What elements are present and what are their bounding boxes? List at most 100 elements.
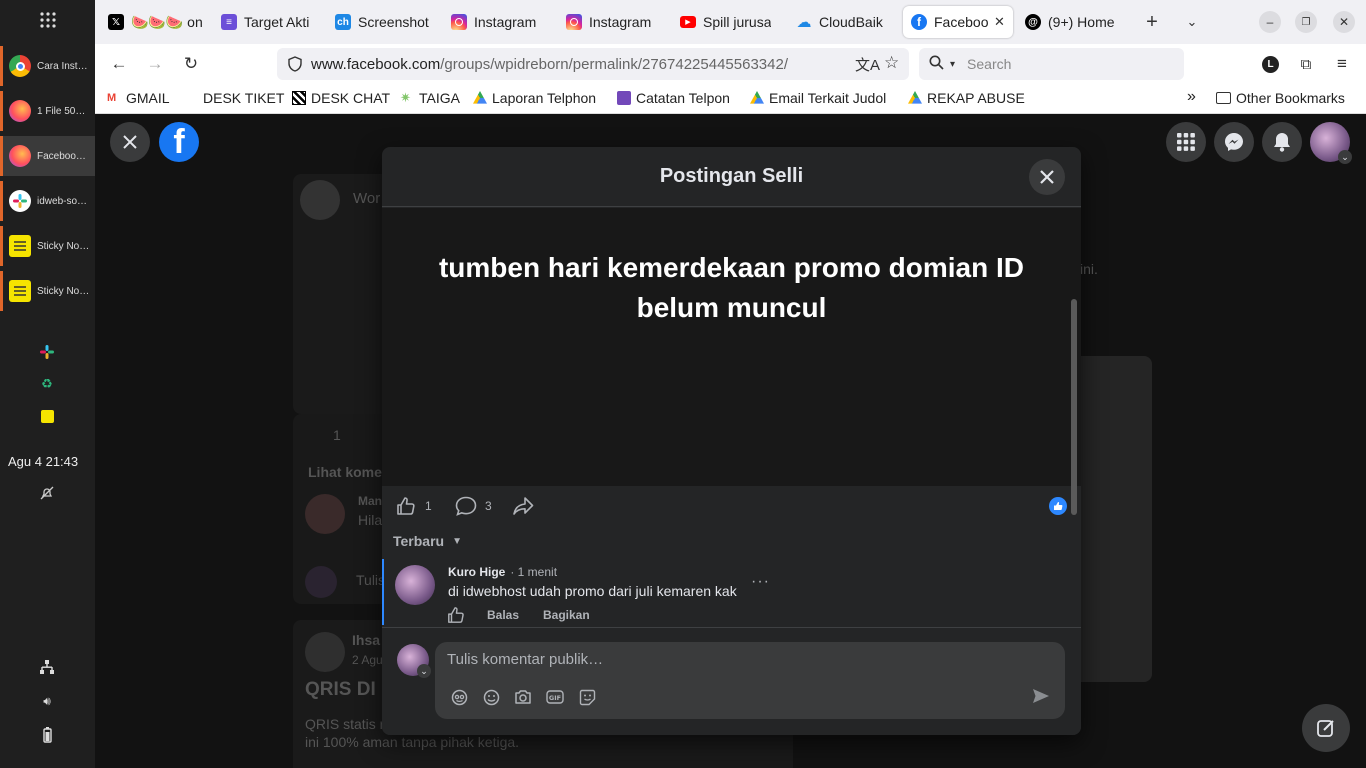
tab-label: Spill jurusa	[703, 14, 772, 30]
tab-x[interactable]: 𝕏 🍉🍉🍉 on	[100, 6, 210, 38]
notifications-muted-icon[interactable]	[38, 484, 56, 502]
bookmark-rekap-abuse[interactable]: REKAP ABUSE	[908, 90, 1025, 106]
translate-icon[interactable]: 文A	[855, 54, 880, 75]
volume-icon[interactable]: 🔊︎	[38, 692, 56, 710]
sticker-icon[interactable]	[577, 687, 597, 707]
thumbs-up-icon	[397, 497, 415, 515]
tab-list-button[interactable]: ⌄	[1180, 10, 1204, 34]
tab-target-akti[interactable]: ≡ Target Akti	[213, 6, 325, 38]
dialog-scrollbar[interactable]	[1071, 299, 1077, 515]
send-icon[interactable]	[1031, 686, 1051, 706]
dock-item-chrome[interactable]: Cara Inst…	[0, 46, 95, 86]
comment-sort-dropdown[interactable]: Terbaru ▼	[393, 533, 462, 549]
instagram-icon	[566, 14, 582, 30]
bookmark-desk-chat[interactable]: DESK CHAT	[292, 90, 390, 106]
bookmark-laporan-telphon[interactable]: Laporan Telphon	[473, 90, 596, 106]
dock-item-label: idweb-so…	[37, 195, 88, 207]
bookmark-email-terkait-judol[interactable]: Email Terkait Judol	[750, 90, 886, 106]
share-button[interactable]	[512, 496, 534, 516]
bookmark-taiga[interactable]: ✷ TAIGA	[400, 90, 460, 106]
battery-icon[interactable]	[38, 726, 56, 744]
avatar-sticker-icon[interactable]	[449, 687, 469, 707]
dialog-close-button[interactable]	[1029, 159, 1065, 195]
tab-instagram-2[interactable]: Instagram	[558, 6, 666, 38]
close-viewer-button[interactable]	[110, 122, 150, 162]
comment-author[interactable]: Kuro Hige	[448, 565, 505, 579]
messenger-button[interactable]	[1214, 122, 1254, 162]
bookmark-gmail[interactable]: M GMAIL	[107, 90, 170, 106]
camera-icon[interactable]	[513, 687, 533, 707]
tab-facebook[interactable]: f Faceboo ✕	[903, 6, 1013, 38]
comment-text: di idwebhost udah promo dari juli kemare…	[448, 583, 737, 599]
menu-grid-button[interactable]	[1166, 122, 1206, 162]
search-placeholder: Search	[967, 56, 1012, 72]
slack-tray-icon[interactable]	[38, 343, 56, 361]
comment-avatar[interactable]	[395, 565, 435, 605]
back-button[interactable]: ←	[107, 52, 131, 76]
bookmark-desk-tiket[interactable]: DESK TIKET	[203, 90, 284, 106]
tab-label: Screenshot	[358, 14, 429, 30]
search-bar[interactable]: ▾ Search	[919, 48, 1184, 80]
tab-close-icon[interactable]: ✕	[994, 14, 1005, 30]
dock-item-slack[interactable]: idweb-so…	[0, 181, 95, 221]
close-window-button[interactable]: ✕	[1333, 11, 1355, 33]
comment-time[interactable]: · 1 menit	[510, 565, 557, 579]
menu-icon[interactable]: ≡	[1330, 52, 1354, 76]
comment-input-placeholder: Tulis komentar publik…	[447, 651, 604, 668]
address-bar[interactable]: www.facebook.com/groups/wpidreborn/perma…	[277, 48, 909, 80]
new-message-button[interactable]	[1302, 704, 1350, 752]
bookmarks-overflow-icon[interactable]: »	[1187, 88, 1196, 106]
tab-screenshot[interactable]: ch Screenshot	[327, 6, 435, 38]
bookmarks-bar: M GMAIL DESK TIKET DESK CHAT ✷ TAIGA Lap…	[95, 84, 1366, 114]
comment-button[interactable]: 3	[455, 496, 492, 516]
minimize-button[interactable]: –	[1259, 11, 1281, 33]
reload-button[interactable]: ↻	[179, 52, 203, 76]
other-bookmarks[interactable]: Other Bookmarks	[1216, 90, 1345, 106]
sticky-notes-tray-icon[interactable]	[38, 407, 56, 425]
dock-item-label: Faceboo…	[37, 150, 86, 162]
bg-post2-title: QRIS DI	[305, 679, 376, 700]
bookmark-catatan-telpon[interactable]: Catatan Telpon	[617, 90, 730, 106]
comment-share-button[interactable]: Bagikan	[543, 608, 590, 622]
tab-youtube[interactable]: ▶ Spill jurusa	[672, 6, 780, 38]
facebook-logo-icon[interactable]: f	[159, 122, 199, 162]
dock-item-firefox-facebook[interactable]: Faceboo…	[0, 136, 95, 176]
comment-more-icon[interactable]: ···	[751, 573, 770, 591]
recycle-tray-icon[interactable]: ♻	[38, 375, 56, 393]
comment-reply-button[interactable]: Balas	[487, 608, 519, 622]
compose-icon	[1317, 720, 1334, 737]
like-reaction-icon[interactable]	[1049, 497, 1067, 515]
comment-count: 3	[485, 499, 492, 513]
bg-comment-text: Hila	[358, 512, 383, 528]
gif-icon[interactable]: GIF	[545, 687, 565, 707]
chevron-down-icon[interactable]: ⌄	[1338, 150, 1352, 164]
search-engine-dropdown-icon[interactable]: ▾	[950, 59, 955, 70]
like-button[interactable]: 1	[396, 496, 432, 516]
comment-input[interactable]: Tulis komentar publik… GIF	[435, 642, 1065, 719]
tab-label: Instagram	[474, 14, 537, 30]
site-info-icon[interactable]	[287, 56, 303, 77]
emoji-icon[interactable]	[481, 687, 501, 707]
tab-cloudbaik[interactable]: ☁ CloudBaik	[788, 6, 896, 38]
comment-header: Kuro Hige · 1 menit	[448, 565, 557, 579]
bookmark-label: Email Terkait Judol	[769, 90, 887, 106]
url-text[interactable]: www.facebook.com/groups/wpidreborn/perma…	[311, 56, 788, 73]
dock-item-firefox-1[interactable]: 1 File 50…	[0, 91, 95, 131]
profile-avatar[interactable]: L	[1262, 56, 1279, 73]
tab-label: CloudBaik	[819, 14, 883, 30]
tab-threads[interactable]: @ (9+) Home	[1017, 6, 1125, 38]
comment-like-button[interactable]	[447, 606, 465, 629]
tab-instagram-1[interactable]: Instagram	[443, 6, 551, 38]
network-icon[interactable]	[38, 658, 56, 676]
restore-button[interactable]: ❐	[1295, 11, 1317, 33]
notifications-button[interactable]	[1262, 122, 1302, 162]
show-apps-button[interactable]	[0, 0, 95, 40]
new-tab-button[interactable]: +	[1140, 10, 1164, 34]
clock[interactable]: Agu 4 21:43	[8, 454, 78, 469]
forward-button[interactable]: →	[143, 52, 167, 76]
bookmark-star-icon[interactable]: ☆	[884, 53, 899, 73]
chevron-down-icon[interactable]: ⌄	[417, 664, 431, 678]
dock-item-sticky-notes-1[interactable]: Sticky No…	[0, 226, 95, 266]
extensions-icon[interactable]: ⧉	[1294, 52, 1318, 76]
dock-item-sticky-notes-2[interactable]: Sticky No…	[0, 271, 95, 311]
